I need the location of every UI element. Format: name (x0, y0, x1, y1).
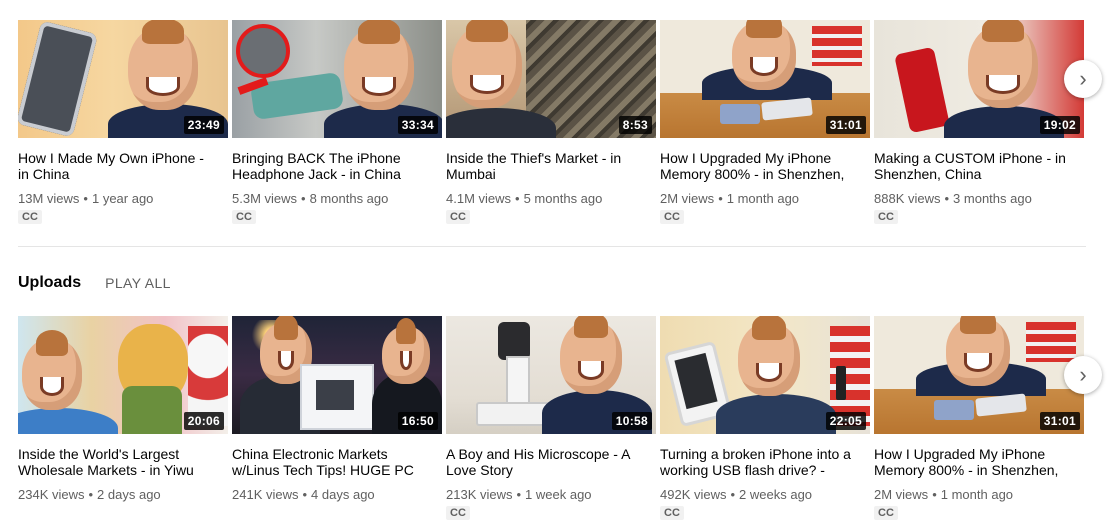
video-meta: 2M views • 1 month ago (660, 191, 870, 207)
video-duration: 8:53 (618, 116, 652, 134)
video-card[interactable]: 16:50 China Electronic Markets w/Linus T… (232, 316, 442, 503)
video-duration: 19:02 (1039, 116, 1080, 134)
upload-age: 1 week ago (525, 487, 592, 502)
shelf-divider (18, 246, 1086, 247)
video-card[interactable]: 33:34 Bringing BACK The iPhone Headphone… (232, 20, 442, 225)
video-card[interactable]: 22:05 Turning a broken iPhone into a wor… (660, 316, 870, 521)
video-thumbnail[interactable]: 10:58 (446, 316, 656, 434)
video-duration: 10:58 (611, 412, 652, 430)
cc-badge: CC (874, 210, 898, 224)
video-thumbnail[interactable]: 16:50 (232, 316, 442, 434)
video-card[interactable]: 10:58 A Boy and His Microscope - A Love … (446, 316, 656, 521)
video-thumbnail[interactable]: 23:49 (18, 20, 228, 138)
video-duration: 20:06 (183, 412, 224, 430)
view-count: 13M views (18, 191, 80, 206)
video-meta: 888K views • 3 months ago (874, 191, 1084, 207)
shelf-row-2: 20:06 Inside the World's Largest Wholesa… (18, 316, 1108, 526)
video-thumbnail[interactable]: 20:06 (18, 316, 228, 434)
video-title[interactable]: Bringing BACK The iPhone Headphone Jack … (232, 150, 432, 182)
cc-badge: CC (232, 210, 256, 224)
video-title[interactable]: Making a CUSTOM iPhone - in Shenzhen, Ch… (874, 150, 1074, 182)
meta-separator: • (301, 191, 306, 206)
video-thumbnail[interactable]: 31:01 (874, 316, 1084, 434)
upload-age: 1 month ago (726, 191, 800, 206)
cc-badge: CC (446, 506, 470, 520)
video-duration: 33:34 (397, 116, 438, 134)
upload-age: 5 months ago (523, 191, 603, 206)
video-duration: 23:49 (183, 116, 224, 134)
chevron-right-icon: › (1079, 66, 1087, 91)
uploads-shelf-header: Uploads PLAY ALL (18, 272, 171, 294)
video-duration: 16:50 (397, 412, 438, 430)
view-count: 5.3M views (232, 191, 298, 206)
cc-badge: CC (660, 210, 684, 224)
cc-badge: CC (660, 506, 684, 520)
meta-separator: • (88, 487, 94, 502)
view-count: 2M views (660, 191, 715, 206)
video-meta: 234K views • 2 days ago (18, 487, 228, 503)
video-meta: 2M views • 1 month ago (874, 487, 1084, 503)
next-arrow-button[interactable]: › (1064, 356, 1102, 394)
video-card[interactable]: 20:06 Inside the World's Largest Wholesa… (18, 316, 228, 503)
video-meta: 13M views • 1 year ago (18, 191, 228, 207)
video-title[interactable]: A Boy and His Microscope - A Love Story (446, 446, 646, 478)
view-count: 2M views (874, 487, 929, 502)
video-duration: 31:01 (825, 116, 866, 134)
meta-separator: • (302, 487, 308, 502)
video-title[interactable]: How I Upgraded My iPhone Memory 800% - i… (874, 446, 1074, 478)
view-count: 241K views (232, 487, 299, 502)
video-thumbnail[interactable]: 22:05 (660, 316, 870, 434)
video-title[interactable]: Turning a broken iPhone into a working U… (660, 446, 860, 478)
upload-age: 1 year ago (91, 191, 154, 206)
video-meta: 213K views • 1 week ago (446, 487, 656, 503)
video-thumbnail[interactable]: 19:02 (874, 20, 1084, 138)
upload-age: 4 days ago (311, 487, 375, 502)
meta-separator: • (83, 191, 88, 206)
next-arrow-button[interactable]: › (1064, 60, 1102, 98)
view-count: 234K views (18, 487, 85, 502)
video-thumbnail[interactable]: 8:53 (446, 20, 656, 138)
video-card[interactable]: 23:49 How I Made My Own iPhone - in Chin… (18, 20, 228, 225)
video-meta: 4.1M views • 5 months ago (446, 191, 656, 207)
view-count: 492K views (660, 487, 727, 502)
video-thumbnail[interactable]: 33:34 (232, 20, 442, 138)
cc-badge: CC (18, 210, 42, 224)
video-meta: 241K views • 4 days ago (232, 487, 442, 503)
meta-separator: • (718, 191, 723, 206)
view-count: 213K views (446, 487, 513, 502)
upload-age: 2 days ago (97, 487, 161, 502)
video-title[interactable]: Inside the World's Largest Wholesale Mar… (18, 446, 218, 478)
meta-separator: • (515, 191, 520, 206)
upload-age: 8 months ago (309, 191, 389, 206)
meta-separator: • (944, 191, 950, 206)
video-title[interactable]: China Electronic Markets w/Linus Tech Ti… (232, 446, 432, 478)
video-title[interactable]: How I Made My Own iPhone - in China (18, 150, 218, 182)
video-title[interactable]: How I Upgraded My iPhone Memory 800% - i… (660, 150, 860, 182)
cc-badge: CC (446, 210, 470, 224)
video-thumbnail[interactable]: 31:01 (660, 20, 870, 138)
meta-separator: • (730, 487, 736, 502)
view-count: 888K views (874, 191, 941, 206)
cc-badge: CC (874, 506, 898, 520)
video-duration: 22:05 (825, 412, 866, 430)
video-card[interactable]: 31:01 How I Upgraded My iPhone Memory 80… (874, 316, 1084, 521)
video-meta: 5.3M views • 8 months ago (232, 191, 442, 207)
meta-separator: • (932, 487, 937, 502)
meta-separator: • (516, 487, 522, 502)
video-card[interactable]: 8:53 Inside the Thief's Market - in Mumb… (446, 20, 656, 225)
chevron-right-icon: › (1079, 362, 1087, 387)
upload-age: 3 months ago (953, 191, 1032, 206)
video-card[interactable]: 19:02 Making a CUSTOM iPhone - in Shenzh… (874, 20, 1084, 225)
shelf-title[interactable]: Uploads (18, 274, 81, 292)
upload-age: 2 weeks ago (739, 487, 813, 502)
video-card[interactable]: 31:01 How I Upgraded My iPhone Memory 80… (660, 20, 870, 225)
upload-age: 1 month ago (940, 487, 1014, 502)
play-all-button[interactable]: PLAY ALL (105, 275, 171, 291)
shelf-row-1: 23:49 How I Made My Own iPhone - in Chin… (18, 20, 1108, 230)
view-count: 4.1M views (446, 191, 512, 206)
video-title[interactable]: Inside the Thief's Market - in Mumbai (446, 150, 646, 182)
video-meta: 492K views • 2 weeks ago (660, 487, 870, 503)
video-duration: 31:01 (1039, 412, 1080, 430)
